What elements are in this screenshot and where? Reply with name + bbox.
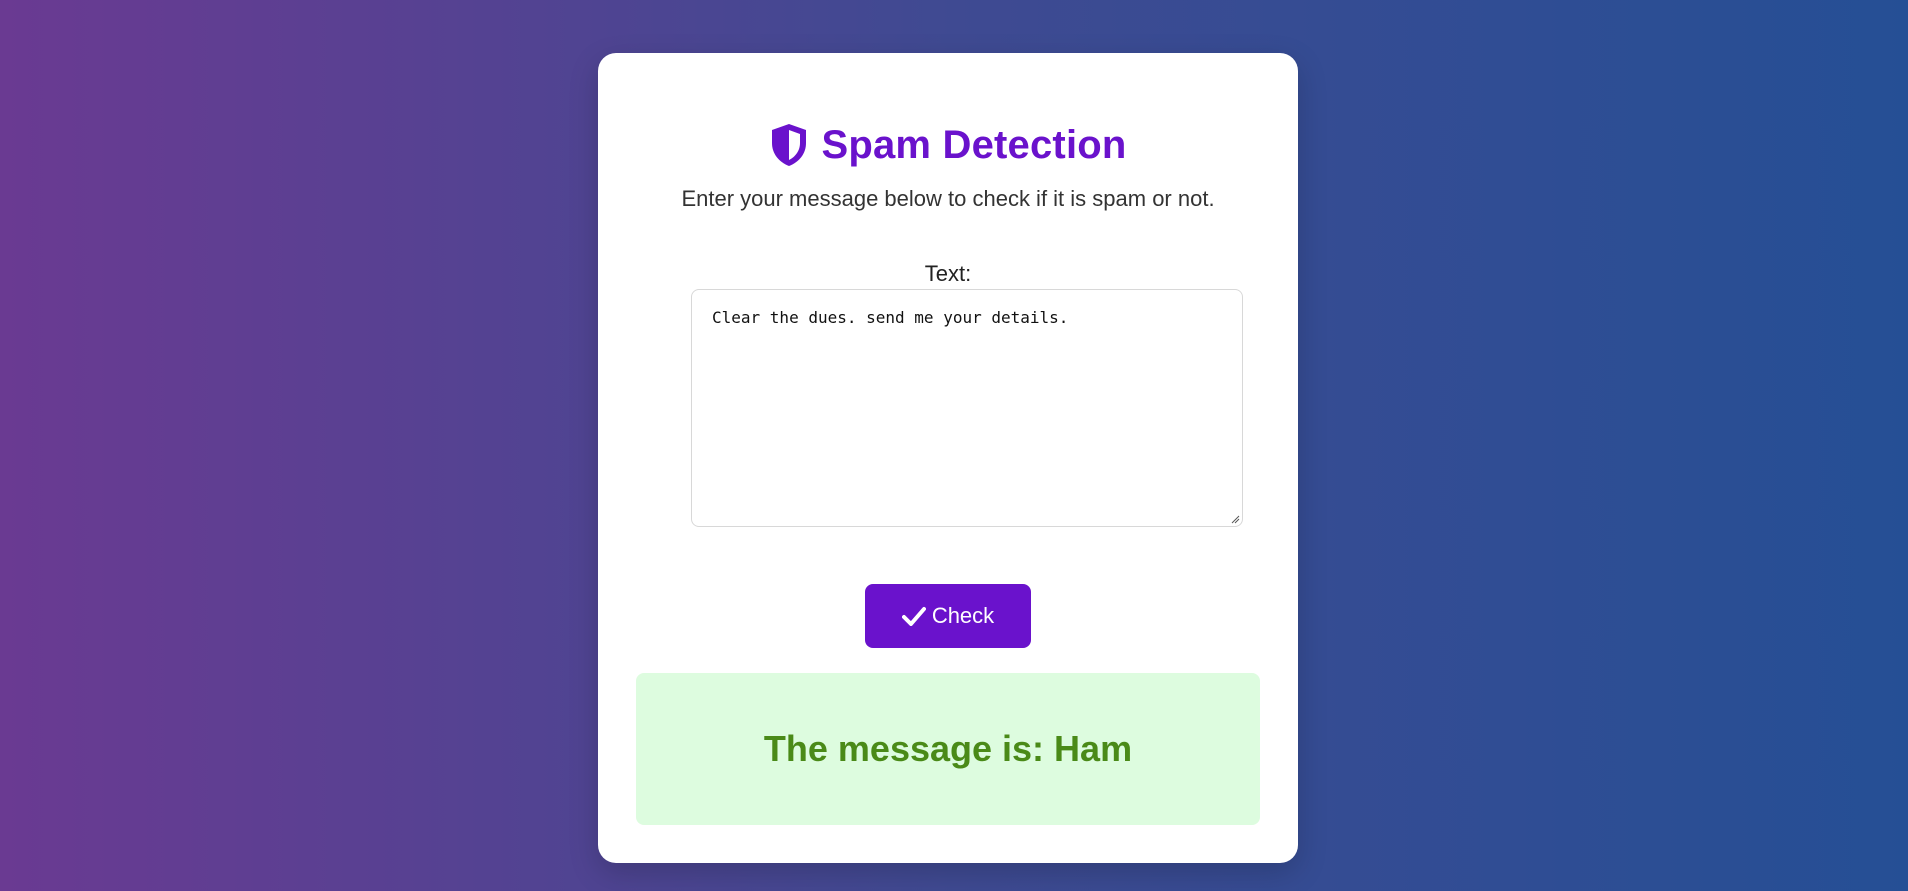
- text-field-label: Text:: [924, 261, 972, 286]
- spam-detection-card: Spam Detection Enter your message below …: [598, 53, 1298, 863]
- shield-icon: [772, 124, 807, 166]
- page-subtitle: Enter your message below to check if it …: [681, 186, 1215, 211]
- page-header: Spam Detection: [598, 115, 1298, 175]
- page-title: Spam Detection: [821, 122, 1127, 167]
- check-button[interactable]: Check: [865, 584, 1031, 648]
- resize-handle-icon[interactable]: [1230, 514, 1240, 524]
- result-panel: The message is: Ham: [636, 673, 1260, 825]
- result-text: The message is: Ham: [763, 728, 1133, 769]
- checkmark-icon: [901, 607, 926, 626]
- message-textarea[interactable]: Clear the dues. send me your details.: [691, 289, 1243, 527]
- check-button-label: Check: [931, 603, 995, 628]
